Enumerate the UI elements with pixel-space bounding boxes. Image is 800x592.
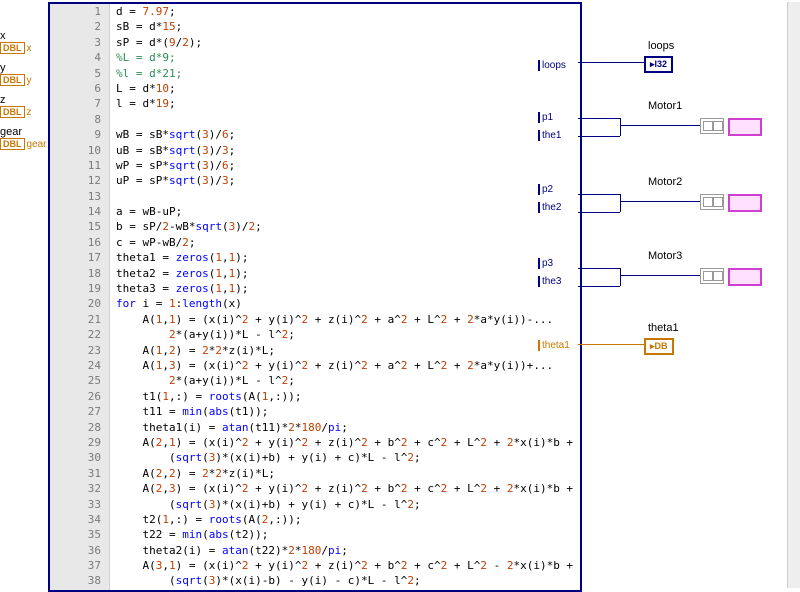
- code-line-22[interactable]: 2*(a+y(i))*L - l^2;: [116, 327, 580, 342]
- code-line-6[interactable]: L = d*10;: [116, 81, 580, 96]
- tunnel-loops[interactable]: loops: [538, 60, 566, 71]
- output-label-Motor3: Motor3: [648, 250, 682, 262]
- code-line-38[interactable]: (sqrt(3)*(x(i)-b) - y(i) - c)*L - l^2;: [116, 573, 580, 588]
- code-line-21[interactable]: A(1,1) = (x(i)^2 + y(i)^2 + z(i)^2 + a^2…: [116, 312, 580, 327]
- mathscript-node[interactable]: 1234567891011121314151617181920212223242…: [48, 2, 582, 592]
- output-label-loops: loops: [648, 40, 674, 52]
- code-line-28[interactable]: theta1(i) = atan(t11)*2*180/pi;: [116, 420, 580, 435]
- indicator-theta1[interactable]: ▸DB: [644, 338, 674, 355]
- code-line-35[interactable]: t22 = min(abs(t2));: [116, 527, 580, 542]
- output-label-Motor1: Motor1: [648, 100, 682, 112]
- terminal-wire-label: y: [27, 75, 32, 86]
- code-line-30[interactable]: (sqrt(3)*(x(i)+b) + y(i) + c)*L - l^2;: [116, 450, 580, 465]
- tunnel-theta1[interactable]: theta1: [538, 340, 570, 351]
- code-line-25[interactable]: 2*(a+y(i))*L - l^2;: [116, 373, 580, 388]
- code-line-4[interactable]: %L = d*9;: [116, 50, 580, 65]
- code-line-20[interactable]: for i = 1:length(x): [116, 296, 580, 311]
- terminal-wire-label: x: [27, 43, 32, 54]
- code-line-2[interactable]: sB = d*15;: [116, 19, 580, 34]
- code-line-15[interactable]: b = sP/2-wB*sqrt(3)/2;: [116, 219, 580, 234]
- code-text[interactable]: d = 7.97;sB = d*15;sP = d*(9/2);%L = d*9…: [110, 4, 580, 589]
- bundle-icon[interactable]: [700, 194, 724, 210]
- motor-indicator-Motor1[interactable]: [728, 118, 762, 136]
- terminal-wire-label: gear: [27, 139, 47, 150]
- indicator-loops[interactable]: ▸I32: [644, 56, 673, 73]
- code-line-13[interactable]: [116, 189, 580, 204]
- tunnel-the1[interactable]: the1: [538, 130, 561, 141]
- tunnel-p2[interactable]: p2: [538, 184, 553, 195]
- code-line-24[interactable]: A(1,3) = (x(i)^2 + y(i)^2 + z(i)^2 + a^2…: [116, 358, 580, 373]
- code-line-11[interactable]: wP = sP*sqrt(3)/6;: [116, 158, 580, 173]
- bundle-icon[interactable]: [700, 118, 724, 134]
- code-line-5[interactable]: %l = d*21;: [116, 66, 580, 81]
- tunnel-p3[interactable]: p3: [538, 258, 553, 269]
- code-line-3[interactable]: sP = d*(9/2);: [116, 35, 580, 50]
- code-line-36[interactable]: theta2(i) = atan(t22)*2*180/pi;: [116, 543, 580, 558]
- code-line-12[interactable]: uP = sP*sqrt(3)/3;: [116, 173, 580, 188]
- terminal-wire-label: z: [27, 107, 32, 118]
- code-line-37[interactable]: A(3,1) = (x(i)^2 + y(i)^2 + z(i)^2 + b^2…: [116, 558, 580, 573]
- code-line-31[interactable]: A(2,2) = 2*2*z(i)*L;: [116, 466, 580, 481]
- dbl-icon: DBL: [0, 106, 25, 118]
- code-line-26[interactable]: t1(1,:) = roots(A(1,:));: [116, 389, 580, 404]
- code-line-27[interactable]: t11 = min(abs(t1));: [116, 404, 580, 419]
- output-label-Motor2: Motor2: [648, 176, 682, 188]
- code-line-32[interactable]: A(2,3) = (x(i)^2 + y(i)^2 + z(i)^2 + b^2…: [116, 481, 580, 496]
- code-line-8[interactable]: [116, 112, 580, 127]
- code-line-17[interactable]: theta1 = zeros(1,1);: [116, 250, 580, 265]
- scrollbar-vertical[interactable]: [787, 2, 800, 588]
- code-line-14[interactable]: a = wB-uP;: [116, 204, 580, 219]
- tunnel-the3[interactable]: the3: [538, 276, 561, 287]
- code-line-9[interactable]: wB = sB*sqrt(3)/6;: [116, 127, 580, 142]
- output-label-theta1: theta1: [648, 322, 679, 334]
- tunnel-the2[interactable]: the2: [538, 202, 561, 213]
- dbl-icon: DBL: [0, 42, 25, 54]
- code-line-18[interactable]: theta2 = zeros(1,1);: [116, 266, 580, 281]
- code-line-10[interactable]: uB = sB*sqrt(3)/3;: [116, 143, 580, 158]
- dbl-icon: DBL: [0, 74, 25, 86]
- code-line-19[interactable]: theta3 = zeros(1,1);: [116, 281, 580, 296]
- motor-indicator-Motor2[interactable]: [728, 194, 762, 212]
- dbl-icon: DBL: [0, 138, 25, 150]
- code-line-16[interactable]: c = wP-wB/2;: [116, 235, 580, 250]
- line-number-gutter: 1234567891011121314151617181920212223242…: [50, 4, 110, 590]
- code-line-23[interactable]: A(1,2) = 2*2*z(i)*L;: [116, 343, 580, 358]
- tunnel-p1[interactable]: p1: [538, 112, 553, 123]
- code-line-29[interactable]: A(2,1) = (x(i)^2 + y(i)^2 + z(i)^2 + b^2…: [116, 435, 580, 450]
- bundle-icon[interactable]: [700, 268, 724, 284]
- code-line-33[interactable]: (sqrt(3)*(x(i)+b) + y(i) + c)*L - l^2;: [116, 497, 580, 512]
- code-line-1[interactable]: d = 7.97;: [116, 4, 580, 19]
- code-line-7[interactable]: l = d*19;: [116, 96, 580, 111]
- code-line-34[interactable]: t2(1,:) = roots(A(2,:));: [116, 512, 580, 527]
- motor-indicator-Motor3[interactable]: [728, 268, 762, 286]
